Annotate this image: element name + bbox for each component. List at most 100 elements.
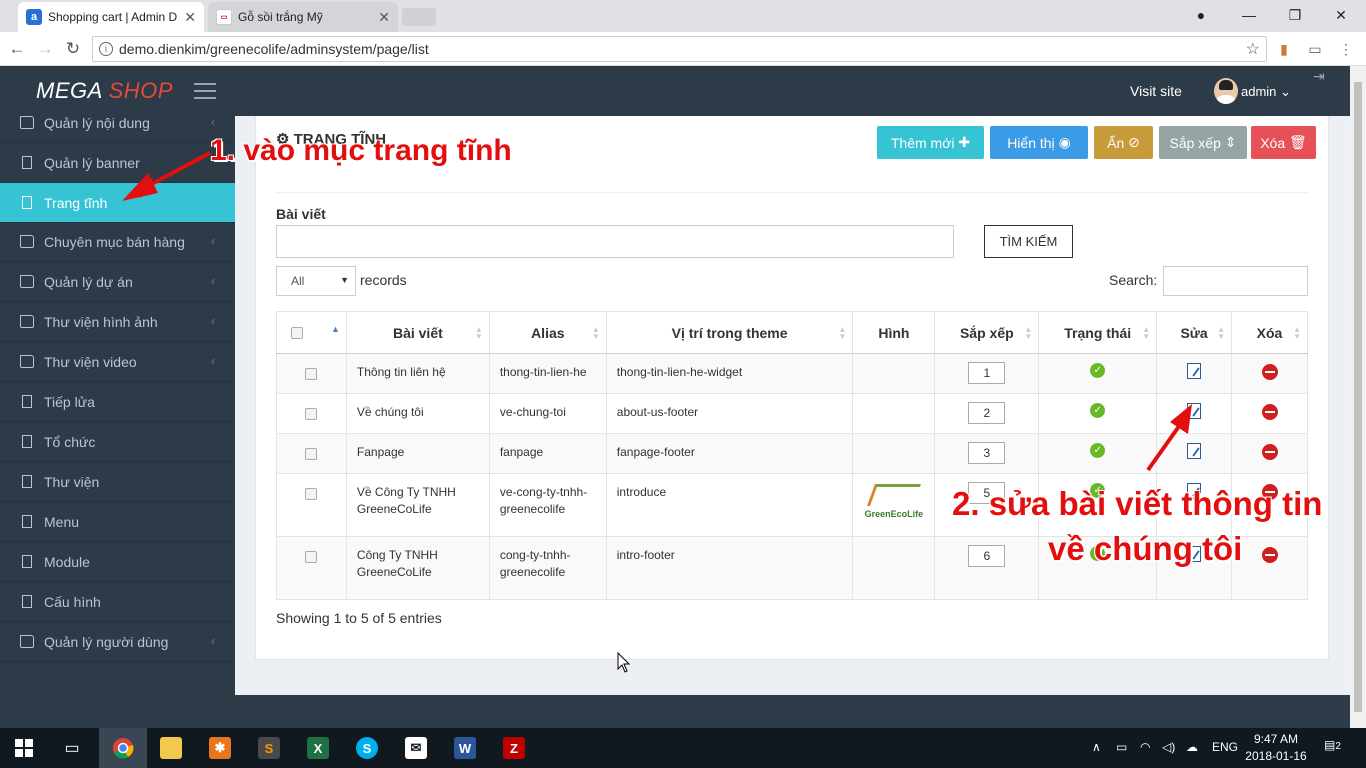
- row-checkbox[interactable]: [305, 551, 318, 563]
- delete-icon[interactable]: [1261, 547, 1278, 563]
- add-button[interactable]: Thêm mới ✚: [877, 126, 984, 159]
- select-all-checkbox[interactable]: [291, 326, 303, 339]
- bookmark-star-icon[interactable]: ☆: [1246, 39, 1260, 59]
- cell-title: Về chúng tôi: [345, 393, 490, 434]
- sidebar-item[interactable]: Chuyên mục bán hàng ‹: [0, 222, 235, 262]
- row-checkbox[interactable]: [305, 488, 318, 500]
- sidebar-item[interactable]: Menu: [0, 502, 235, 542]
- close-window-icon[interactable]: ✕: [1326, 4, 1356, 26]
- scrollbar-thumb[interactable]: [1354, 82, 1362, 712]
- sidebar-toggle-icon[interactable]: [194, 83, 216, 99]
- taskbar-mail[interactable]: ✉: [392, 728, 440, 768]
- plus-icon: ✚: [958, 134, 971, 150]
- sidebar-item[interactable]: Quản lý dự án ‹: [0, 262, 235, 302]
- taskbar-word[interactable]: W: [441, 728, 489, 768]
- column-header[interactable]: Xóa ▲ ▼: [1231, 311, 1308, 354]
- order-input[interactable]: 6: [968, 545, 1006, 567]
- row-checkbox[interactable]: [305, 448, 318, 460]
- sidebar-item[interactable]: Module: [0, 542, 235, 582]
- taskbar-skype[interactable]: S: [343, 728, 391, 768]
- sidebar-item[interactable]: Tiếp lửa: [0, 382, 235, 422]
- delete-button[interactable]: Xóa 🗑: [1251, 126, 1316, 159]
- restore-icon[interactable]: ❐: [1280, 4, 1310, 26]
- select-all-header[interactable]: ▲: [276, 311, 347, 354]
- back-icon[interactable]: ←: [6, 38, 28, 60]
- cast-icon[interactable]: ▭: [1307, 41, 1323, 57]
- cell-delete: [1231, 536, 1308, 600]
- taskbar-explorer[interactable]: [147, 728, 195, 768]
- logout-icon[interactable]: ⇥: [1313, 68, 1325, 85]
- delete-icon[interactable]: [1261, 364, 1278, 380]
- sidebar-item[interactable]: Thư viện video ‹: [0, 342, 235, 382]
- order-input[interactable]: 3: [968, 442, 1006, 464]
- onedrive-icon[interactable]: ☁: [1186, 740, 1198, 754]
- start-button[interactable]: [0, 728, 48, 768]
- column-header[interactable]: Sửa ▲ ▼: [1156, 311, 1233, 354]
- browser-tab-inactive[interactable]: ▭ Gỗ sồi trắng Mỹ ✕: [208, 2, 398, 32]
- taskbar-app[interactable]: ✱: [196, 728, 244, 768]
- table-search-input[interactable]: [1163, 266, 1308, 296]
- close-tab-icon[interactable]: ✕: [378, 9, 390, 26]
- logo[interactable]: MEGA SHOP: [36, 78, 173, 104]
- row-checkbox[interactable]: [305, 368, 318, 380]
- column-header[interactable]: Bài viết ▲ ▼: [345, 311, 490, 354]
- reload-icon[interactable]: ↻: [62, 38, 84, 60]
- search-input[interactable]: [276, 225, 954, 258]
- sidebar-item-label: Tổ chức: [44, 433, 96, 450]
- thumbnail-image: GreenEcoLife: [863, 482, 925, 524]
- column-header[interactable]: Sắp xếp ▲ ▼: [934, 311, 1040, 354]
- language-indicator[interactable]: ENG: [1212, 740, 1238, 754]
- windows-taskbar: ▭ ✱ S X S ✉ W Z ∧ ▭ ◠ ◁) ☁ ENG 9:47 AM 20…: [0, 728, 1366, 768]
- edit-icon[interactable]: [1187, 363, 1202, 379]
- user-menu[interactable]: admin ⌄: [1241, 84, 1291, 100]
- notification-center[interactable]: ▤2: [1324, 738, 1341, 752]
- address-bar[interactable]: i demo.dienkim/greenecolife/adminsystem/…: [92, 36, 1267, 62]
- taskbar-excel[interactable]: X: [294, 728, 342, 768]
- volume-icon[interactable]: ◁): [1162, 740, 1175, 754]
- minimize-icon[interactable]: —: [1234, 4, 1264, 26]
- sidebar-item[interactable]: Thư viện hình ảnh ‹: [0, 302, 235, 342]
- taskbar-sublime[interactable]: S: [245, 728, 293, 768]
- column-header[interactable]: Vị trí trong theme ▲ ▼: [605, 311, 854, 354]
- sidebar-item[interactable]: Thư viện: [0, 462, 235, 502]
- order-input[interactable]: 1: [968, 362, 1006, 384]
- delete-icon[interactable]: [1261, 404, 1278, 420]
- status-active-icon[interactable]: ✓: [1090, 443, 1106, 458]
- info-icon[interactable]: i: [99, 42, 113, 56]
- column-header[interactable]: Trạng thái ▲ ▼: [1038, 311, 1158, 354]
- close-tab-icon[interactable]: ✕: [184, 9, 196, 26]
- profile-icon[interactable]: ●: [1186, 4, 1216, 26]
- show-button[interactable]: Hiển thị ◉: [990, 126, 1088, 159]
- status-active-icon[interactable]: ✓: [1090, 363, 1106, 378]
- battery-icon[interactable]: ▭: [1116, 740, 1127, 754]
- delete-icon[interactable]: [1261, 444, 1278, 460]
- task-view-button[interactable]: ▭: [48, 728, 96, 768]
- tray-chevron-icon[interactable]: ∧: [1092, 740, 1101, 754]
- new-tab-button[interactable]: [402, 8, 436, 26]
- extension-icon[interactable]: ▮: [1276, 41, 1292, 57]
- search-button[interactable]: TÌM KIẾM: [984, 225, 1073, 258]
- taskbar-chrome[interactable]: [99, 728, 147, 768]
- forward-icon[interactable]: →: [34, 38, 56, 60]
- column-header[interactable]: Alias ▲ ▼: [488, 311, 607, 354]
- records-select[interactable]: All ▼: [276, 266, 356, 296]
- status-active-icon[interactable]: ✓: [1090, 403, 1106, 418]
- visit-site-link[interactable]: Visit site: [1130, 83, 1182, 99]
- sort-icon: ▲ ▼: [838, 325, 847, 341]
- taskbar-filezilla[interactable]: Z: [490, 728, 538, 768]
- sort-button[interactable]: Sắp xếp ⇕: [1159, 126, 1247, 159]
- hide-button[interactable]: Ẩn ⊘: [1094, 126, 1153, 159]
- logo-text: MEGA: [36, 78, 102, 103]
- clock[interactable]: 9:47 AM 2018-01-16: [1244, 731, 1308, 765]
- page-scrollbar[interactable]: [1350, 66, 1366, 728]
- row-checkbox[interactable]: [305, 408, 318, 420]
- menu-dots-icon[interactable]: ⋮: [1338, 41, 1354, 57]
- avatar[interactable]: [1214, 78, 1238, 104]
- sidebar-item[interactable]: Quản lý người dùng ‹: [0, 622, 235, 662]
- browser-tab-active[interactable]: a Shopping cart | Admin D ✕: [18, 2, 204, 32]
- sidebar-item[interactable]: Tổ chức: [0, 422, 235, 462]
- wifi-icon[interactable]: ◠: [1140, 740, 1150, 754]
- sidebar-item[interactable]: Quản lý nội dung ‹: [0, 103, 235, 143]
- sidebar-item[interactable]: Cấu hình: [0, 582, 235, 622]
- order-input[interactable]: 2: [968, 402, 1006, 424]
